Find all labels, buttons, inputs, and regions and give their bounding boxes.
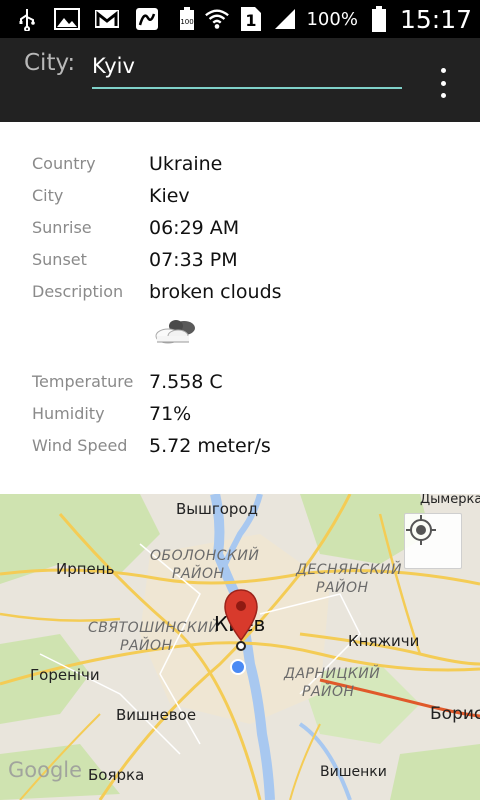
map-label: СВЯТОШИНСКИЙ	[88, 620, 220, 636]
city-input-underline	[92, 87, 402, 89]
info-row-sunrise: Sunrise 06:29 AM	[0, 212, 480, 244]
info-label: Sunset	[32, 250, 87, 269]
city-label: City:	[24, 50, 76, 76]
usb-icon	[14, 6, 40, 32]
battery-small-icon: 100	[174, 6, 200, 32]
map-label: ОБОЛОНСКИЙ	[150, 548, 260, 564]
map-label: РАЙОН	[172, 566, 225, 582]
status-bar: 100 1 100% 15:17	[0, 0, 480, 38]
clock: 15:17	[399, 4, 472, 34]
map-label: ДАРНИЦКИЙ	[284, 666, 381, 682]
info-label: Wind Speed	[32, 436, 128, 455]
info-label: Temperature	[32, 372, 134, 391]
map-label: Боярка	[88, 766, 145, 784]
map-label: Дымерка	[420, 494, 480, 507]
map-pin-icon[interactable]	[222, 588, 260, 652]
map-label: Ирпень	[56, 560, 115, 578]
app-icon	[134, 6, 160, 32]
overflow-menu-icon[interactable]	[432, 68, 454, 98]
battery-percent: 100%	[306, 8, 358, 30]
svg-text:1: 1	[246, 11, 257, 30]
info-value: 71%	[149, 403, 192, 425]
map-label: Вышгород	[176, 500, 258, 518]
wifi-icon	[204, 6, 230, 32]
map-label: Княжичи	[348, 632, 420, 650]
google-logo: Google	[8, 758, 83, 782]
info-label: Country	[32, 154, 96, 173]
info-row-sunset: Sunset 07:33 PM	[0, 244, 480, 276]
my-location-button[interactable]	[404, 513, 462, 569]
current-location-dot	[230, 659, 246, 675]
map-view[interactable]: Вышгород Дымерка ОБОЛОНСКИЙ РАЙОН Ирпень…	[0, 494, 480, 800]
broken-clouds-icon	[152, 316, 198, 348]
city-search-input[interactable]	[92, 46, 402, 86]
info-row-temperature: Temperature 7.558 C	[0, 366, 480, 398]
info-row-humidity: Humidity 71%	[0, 398, 480, 430]
info-label: Description	[32, 282, 124, 301]
map-label: РАЙОН	[316, 580, 369, 596]
sim-icon: 1	[238, 6, 264, 32]
info-label: City	[32, 186, 64, 205]
map-label: ДЕСНЯНСКИЙ	[296, 562, 403, 578]
info-value: broken clouds	[149, 281, 282, 303]
map-label: Вишенки	[320, 764, 387, 780]
info-row-city: City Kiev	[0, 180, 480, 212]
signal-icon	[272, 6, 298, 32]
weather-info: Country Ukraine City Kiev Sunrise 06:29 …	[0, 122, 480, 494]
info-row-country: Country Ukraine	[0, 148, 480, 180]
info-label: Humidity	[32, 404, 105, 423]
image-icon	[54, 6, 80, 32]
info-row-wind-speed: Wind Speed 5.72 meter/s	[0, 430, 480, 462]
map-label: Вишневое	[116, 706, 197, 724]
map-label: Горенічи	[30, 666, 100, 684]
battery-icon	[366, 6, 392, 32]
my-location-icon	[406, 515, 436, 545]
gmail-icon	[94, 6, 120, 32]
info-value: 5.72 meter/s	[149, 435, 271, 457]
info-value: 06:29 AM	[149, 217, 240, 239]
info-value: 07:33 PM	[149, 249, 238, 271]
info-row-description: Description broken clouds	[0, 276, 480, 308]
info-label: Sunrise	[32, 218, 92, 237]
info-value: 7.558 C	[149, 371, 223, 393]
action-bar: City:	[0, 38, 480, 122]
map-label: РАЙОН	[302, 684, 355, 700]
map-label: Борис	[430, 704, 480, 724]
svg-text:100: 100	[180, 18, 193, 26]
info-value: Kiev	[149, 185, 190, 207]
map-label: РАЙОН	[120, 638, 173, 654]
info-value: Ukraine	[149, 153, 223, 175]
